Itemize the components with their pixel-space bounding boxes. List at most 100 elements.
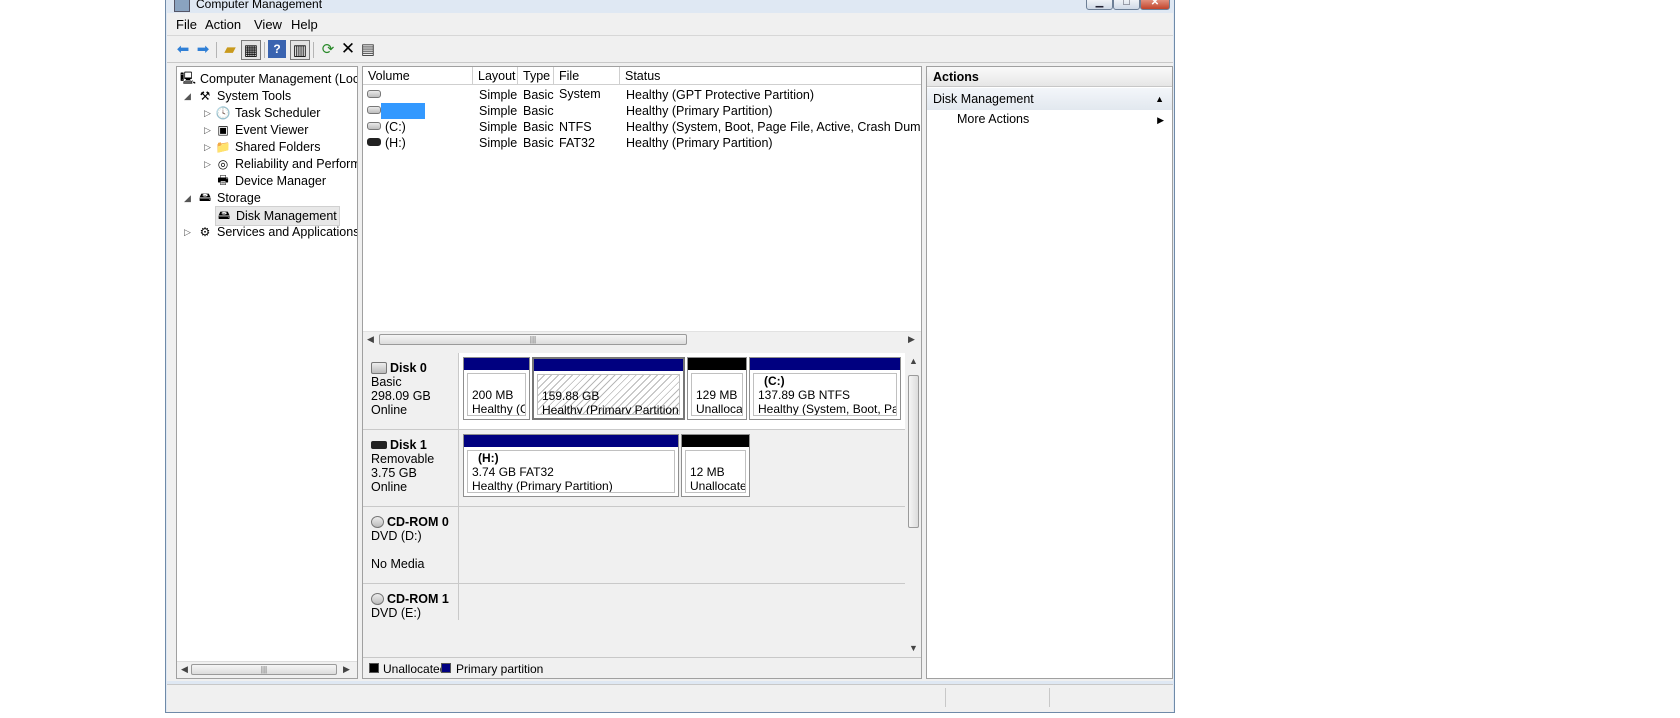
unallocated-block[interactable]: 12 MBUnallocated bbox=[681, 434, 750, 497]
scroll-left-icon[interactable]: ◀ bbox=[367, 334, 374, 345]
help-icon[interactable]: ? bbox=[268, 40, 286, 58]
unallocated-block[interactable]: 129 MBUnallocated bbox=[687, 357, 747, 420]
table-row[interactable]: (H:) Simple Basic FAT32 Healthy (Primary… bbox=[363, 135, 921, 151]
cdrom-icon bbox=[371, 593, 384, 605]
column-header-layout[interactable]: Layout bbox=[473, 67, 518, 85]
cdrom-1-row[interactable]: CD-ROM 1 DVD (E:) bbox=[363, 584, 905, 620]
tree-horizontal-scrollbar[interactable]: ◀ ||| ▶ bbox=[177, 661, 357, 678]
close-button[interactable]: ✕ bbox=[1140, 0, 1170, 10]
scroll-down-icon[interactable]: ▼ bbox=[909, 643, 918, 653]
removable-disk-icon bbox=[371, 441, 387, 449]
scrollbar-thumb[interactable]: ||| bbox=[379, 334, 687, 345]
shared-folder-icon: 📁 bbox=[215, 140, 231, 154]
menu-bar: File Action View Help bbox=[167, 13, 1173, 36]
cdrom-icon bbox=[371, 516, 384, 528]
disk-1-partitions: (H:) 3.74 GB FAT32 Healthy (Primary Partit… bbox=[459, 430, 905, 506]
disk-icon bbox=[371, 362, 387, 374]
drive-icon bbox=[367, 106, 381, 114]
client-area: 🖳 Computer Management (Local) ◢ ⚒ System T… bbox=[167, 63, 1173, 681]
more-actions-item[interactable]: More Actions bbox=[957, 112, 1029, 126]
expand-arrow-icon[interactable]: ▷ bbox=[204, 108, 211, 119]
unallocated-swatch bbox=[369, 663, 379, 673]
drive-icon bbox=[367, 122, 381, 130]
menu-file[interactable]: File bbox=[176, 17, 197, 32]
expand-arrow-icon[interactable]: ▷ bbox=[204, 159, 211, 170]
column-header-volume[interactable]: Volume bbox=[363, 67, 473, 85]
expand-arrow-icon[interactable]: ▷ bbox=[204, 125, 211, 136]
collapse-arrow-icon[interactable]: ◢ bbox=[184, 91, 191, 102]
submenu-arrow-icon: ▶ bbox=[1157, 115, 1164, 125]
disk-1-row[interactable]: Disk 1 Removable 3.75 GB Online (H:) 3.74… bbox=[363, 430, 905, 507]
table-row[interactable]: Simple Basic Healthy (GPT Protective Par… bbox=[363, 87, 921, 103]
volume-horizontal-scrollbar[interactable]: ◀ ||| ▶ bbox=[363, 331, 921, 349]
disk-management-pane: Volume Layout Type File System Status Si… bbox=[362, 66, 922, 679]
back-arrow-icon[interactable]: ⬅ bbox=[174, 40, 192, 58]
console-tree: 🖳 Computer Management (Local) ◢ ⚒ System T… bbox=[176, 66, 358, 679]
services-icon: ⚙ bbox=[199, 225, 211, 239]
minimize-button[interactable]: ▁ bbox=[1086, 0, 1113, 10]
computer-management-icon bbox=[174, 0, 190, 12]
partition-block[interactable]: (C:) 137.89 GB NTFS Healthy (System, Boot,… bbox=[749, 357, 901, 420]
scroll-up-icon[interactable]: ▲ bbox=[909, 356, 918, 366]
collapse-up-icon[interactable]: ▲ bbox=[1155, 88, 1164, 110]
menu-help[interactable]: Help bbox=[291, 17, 318, 32]
menu-view[interactable]: View bbox=[254, 17, 282, 32]
computer-icon: 🖳 bbox=[180, 70, 197, 85]
cdrom-0-info: CD-ROM 0 DVD (D:) No Media bbox=[363, 507, 459, 583]
scroll-right-icon[interactable]: ▶ bbox=[908, 334, 915, 345]
table-row[interactable]: Simple Basic Healthy (Primary Partition) bbox=[363, 103, 921, 119]
cdrom-0-row[interactable]: CD-ROM 0 DVD (D:) No Media bbox=[363, 507, 905, 584]
delete-icon[interactable]: ✕ bbox=[339, 39, 357, 58]
column-header-file-system[interactable]: File System bbox=[554, 67, 620, 101]
partition-block[interactable]: 200 MBHealthy (GPT Protective Partition) bbox=[463, 357, 530, 420]
column-header-status[interactable]: Status bbox=[620, 67, 921, 85]
tree-item-system-tools[interactable]: ⚒ System Tools bbox=[197, 87, 292, 105]
tree-item-device-manager[interactable]: 🖶 Device Manager bbox=[215, 172, 326, 190]
scroll-right-icon[interactable]: ▶ bbox=[343, 664, 350, 675]
partition-block-selected[interactable]: 159.88 GB Healthy (Primary Partition) bbox=[532, 357, 685, 420]
tree-item-root[interactable]: 🖳 Computer Management (Local) bbox=[180, 70, 357, 88]
partition-block[interactable]: (H:) 3.74 GB FAT32 Healthy (Primary Partit… bbox=[463, 434, 679, 497]
scroll-left-icon[interactable]: ◀ bbox=[181, 664, 188, 675]
tree-item-event-viewer[interactable]: ▣ Event Viewer bbox=[215, 121, 308, 139]
tree-item-storage[interactable]: 🖴 Storage bbox=[197, 189, 261, 207]
collapse-arrow-icon[interactable]: ◢ bbox=[184, 193, 191, 204]
event-viewer-icon: ▣ bbox=[217, 123, 229, 137]
cdrom-1-info: CD-ROM 1 DVD (E:) bbox=[363, 584, 459, 620]
disk-graphical-view: Disk 0 Basic 298.09 GB Online 200 MB Heal… bbox=[363, 353, 921, 678]
window-title: Computer Management bbox=[196, 0, 323, 11]
tools-icon: ⚒ bbox=[199, 89, 211, 103]
volume-list: Volume Layout Type File System Status Si… bbox=[363, 67, 921, 349]
tree-item-services[interactable]: ⚙ Services and Applications bbox=[197, 223, 357, 241]
selected-volume-name bbox=[381, 103, 425, 119]
tree-item-reliability[interactable]: ◎Reliability and Performance bbox=[215, 155, 357, 173]
computer-management-window: Computer Management ▁ □ ✕ File Action Vi… bbox=[165, 0, 1175, 713]
title-bar: Computer Management ▁ □ ✕ bbox=[166, 0, 1174, 12]
show-hide-action-pane-icon[interactable]: ▥ bbox=[290, 40, 310, 60]
disk-management-icon: 🖴 bbox=[217, 207, 231, 222]
properties-icon[interactable]: ▤ bbox=[359, 40, 377, 58]
tree-item-task-scheduler[interactable]: 🕓 Task Scheduler bbox=[215, 104, 321, 122]
table-row[interactable]: (C:) Simple Basic NTFS Healthy (System, … bbox=[363, 119, 921, 135]
up-folder-icon[interactable]: ▰ bbox=[221, 40, 239, 58]
maximize-button[interactable]: □ bbox=[1113, 0, 1140, 10]
device-manager-icon: 🖶 bbox=[217, 172, 229, 187]
disk-view-vertical-scrollbar[interactable]: ▲ ▼ bbox=[906, 353, 921, 658]
show-hide-tree-icon[interactable]: ▦ bbox=[241, 40, 261, 60]
forward-arrow-icon[interactable]: ➡ bbox=[194, 40, 212, 58]
expand-arrow-icon[interactable]: ▷ bbox=[184, 227, 191, 238]
refresh-icon[interactable]: ⟳ bbox=[319, 40, 337, 58]
drive-icon bbox=[367, 90, 381, 98]
actions-section-disk-management[interactable]: Disk Management ▲ bbox=[927, 88, 1172, 110]
scrollbar-thumb[interactable] bbox=[908, 375, 919, 528]
storage-icon: 🖴 bbox=[198, 189, 212, 204]
column-header-type[interactable]: Type bbox=[518, 67, 554, 85]
menu-action[interactable]: Action bbox=[205, 17, 241, 32]
cdrom-0-area bbox=[459, 507, 905, 583]
clock-icon: 🕓 bbox=[215, 106, 231, 120]
expand-arrow-icon[interactable]: ▷ bbox=[204, 142, 211, 153]
tree-item-shared-folders[interactable]: 📁 Shared Folders bbox=[215, 138, 321, 156]
scrollbar-thumb[interactable]: ||| bbox=[191, 664, 337, 675]
disk-0-row[interactable]: Disk 0 Basic 298.09 GB Online 200 MB Heal… bbox=[363, 353, 905, 430]
removable-drive-icon bbox=[367, 138, 381, 146]
